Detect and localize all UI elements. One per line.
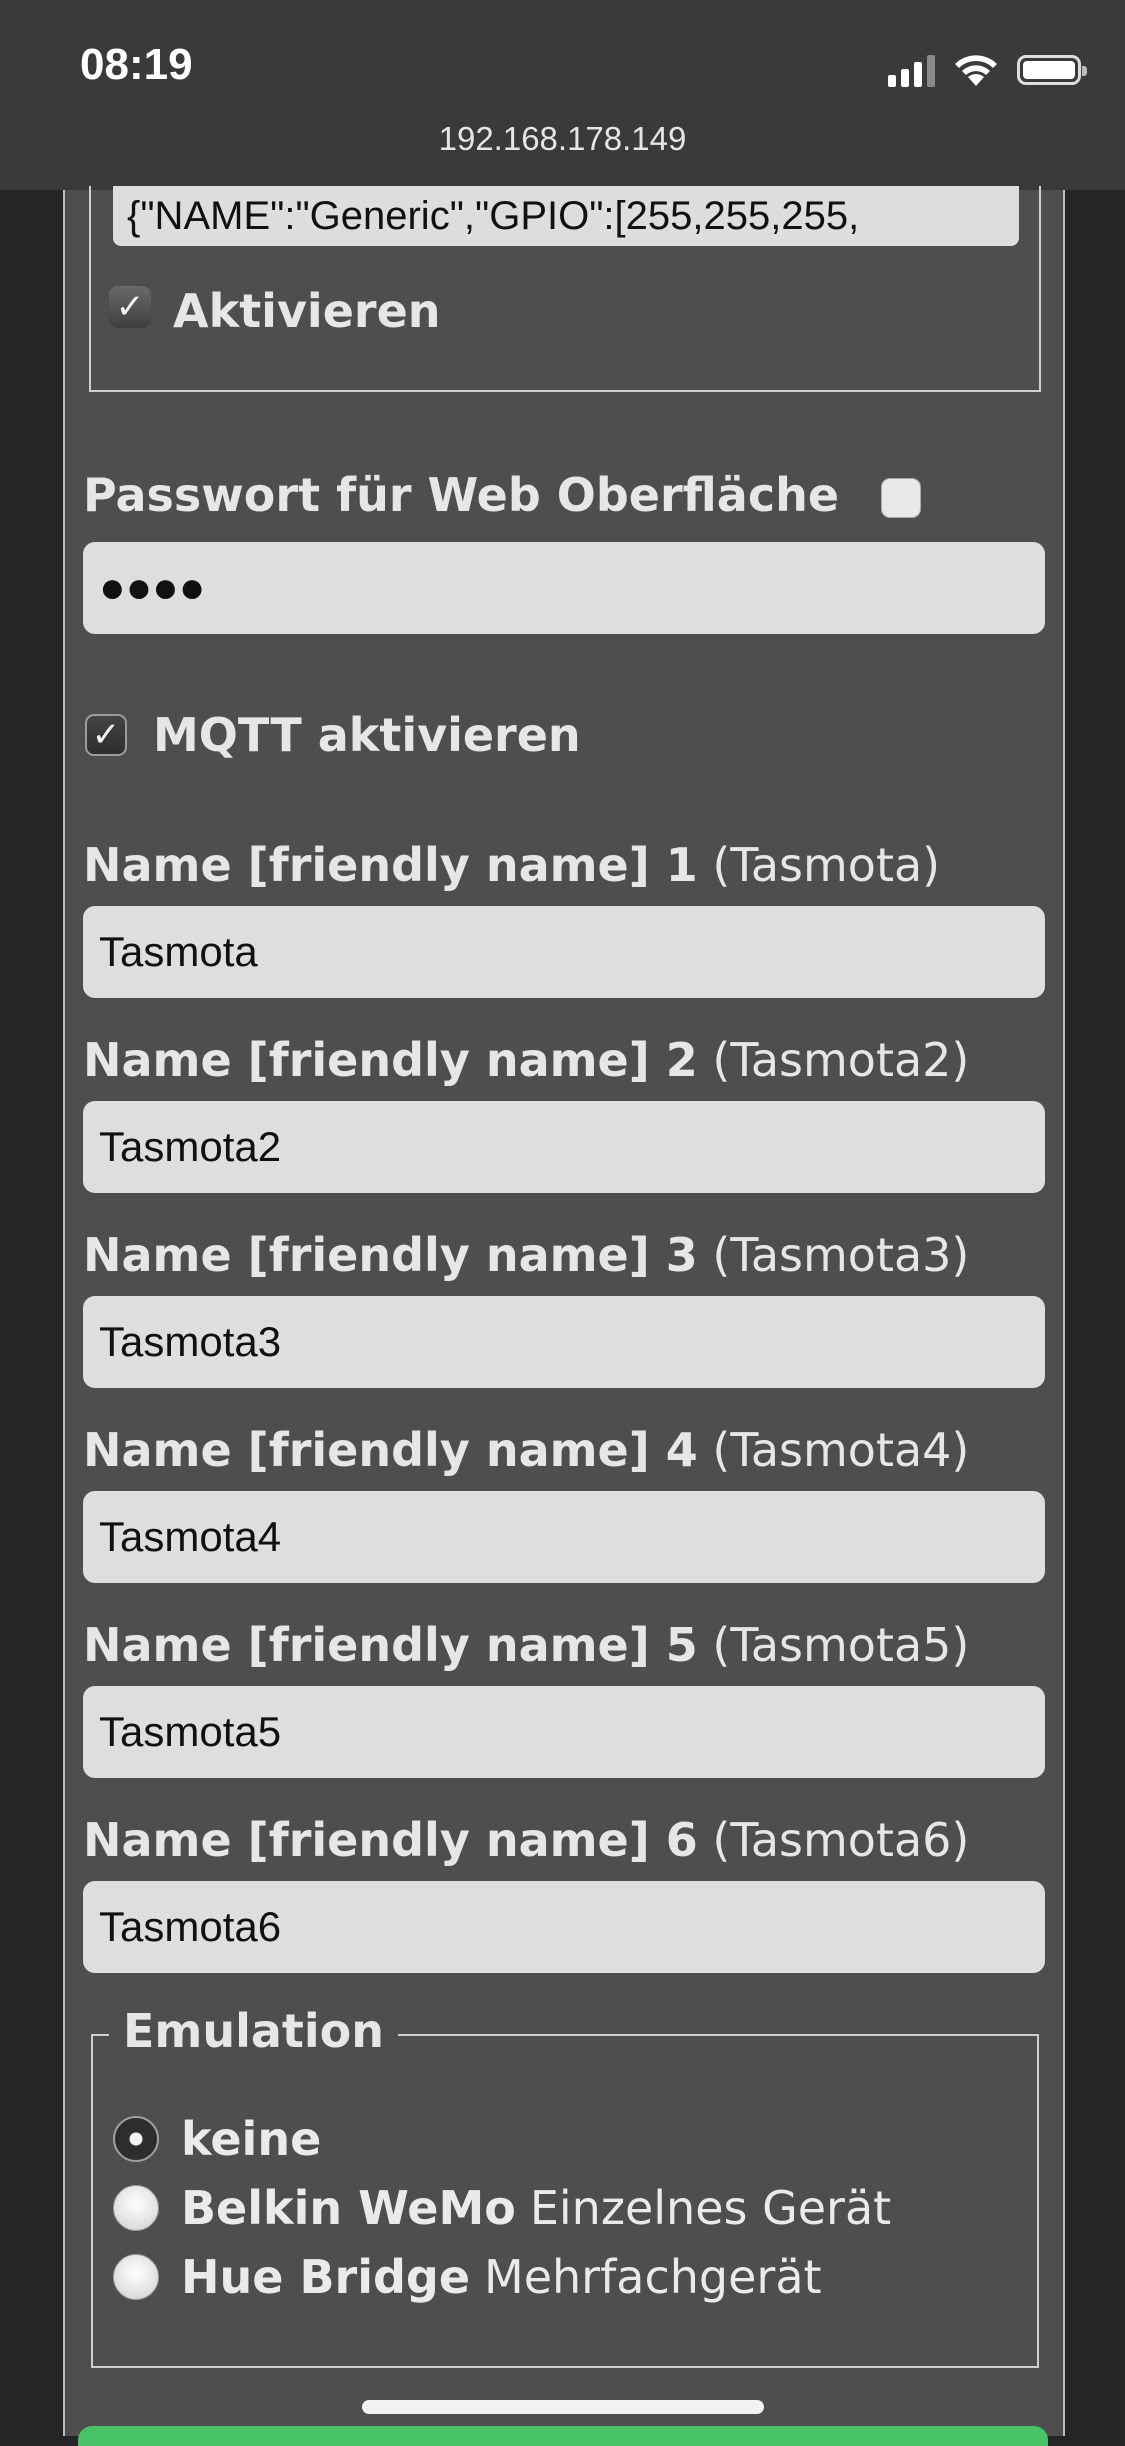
radio-hue[interactable] — [113, 2254, 159, 2300]
emulation-option-wemo[interactable]: Belkin WeMo Einzelnes Gerät — [113, 2181, 891, 2235]
friendly-name-2-label: Name [friendly name] 2 (Tasmota2) — [83, 1033, 970, 1087]
friendly-name-5-input[interactable]: Tasmota5 — [83, 1686, 1045, 1778]
friendly-name-2-input[interactable]: Tasmota2 — [83, 1101, 1045, 1193]
web-password-input[interactable]: ●●●● — [83, 542, 1045, 634]
template-fieldset: {"NAME":"Generic","GPIO":[255,255,255, ✓… — [89, 186, 1041, 392]
friendly-name-3-label: Name [friendly name] 3 (Tasmota3) — [83, 1228, 970, 1282]
friendly-name-3-input[interactable]: Tasmota3 — [83, 1296, 1045, 1388]
friendly-name-6-label: Name [friendly name] 6 (Tasmota6) — [83, 1813, 970, 1867]
activate-template-checkbox[interactable]: ✓ — [109, 286, 151, 328]
mqtt-checkbox[interactable]: ✓ — [85, 714, 127, 756]
status-icons — [888, 50, 1087, 90]
web-password-label: Passwort für Web Oberfläche — [83, 468, 840, 522]
friendly-name-4-label: Name [friendly name] 4 (Tasmota4) — [83, 1423, 970, 1477]
template-input[interactable]: {"NAME":"Generic","GPIO":[255,255,255, — [113, 186, 1019, 246]
radio-wemo[interactable] — [113, 2185, 159, 2231]
settings-panel: {"NAME":"Generic","GPIO":[255,255,255, ✓… — [63, 186, 1065, 2436]
friendly-name-6-input[interactable]: Tasmota6 — [83, 1881, 1045, 1973]
radio-none[interactable] — [113, 2116, 159, 2162]
emulation-option-none[interactable]: keine — [113, 2112, 335, 2166]
save-button[interactable] — [78, 2426, 1048, 2446]
emulation-fieldset: Emulation keine Belkin WeMo Einzelnes Ge… — [91, 2004, 1039, 2368]
friendly-name-5-label: Name [friendly name] 5 (Tasmota5) — [83, 1618, 970, 1672]
emulation-option-hue[interactable]: Hue Bridge Mehrfachgerät — [113, 2250, 822, 2304]
activate-template-label: Aktivieren — [173, 284, 441, 338]
status-time: 08:19 — [80, 40, 193, 89]
friendly-name-4-input[interactable]: Tasmota4 — [83, 1491, 1045, 1583]
friendly-name-1-input[interactable]: Tasmota — [83, 906, 1045, 998]
wifi-icon — [955, 55, 997, 86]
cellular-signal-icon — [888, 53, 935, 87]
battery-icon — [1017, 55, 1087, 85]
show-password-checkbox[interactable] — [881, 478, 921, 518]
address-bar[interactable]: 192.168.178.149 — [0, 120, 1125, 158]
status-bar: 08:19 192.168.178.149 — [0, 0, 1125, 190]
home-indicator[interactable] — [362, 2400, 764, 2414]
emulation-legend: Emulation — [109, 2004, 399, 2058]
mqtt-label: MQTT aktivieren — [153, 708, 581, 762]
friendly-name-1-label: Name [friendly name] 1 (Tasmota) — [83, 838, 941, 892]
